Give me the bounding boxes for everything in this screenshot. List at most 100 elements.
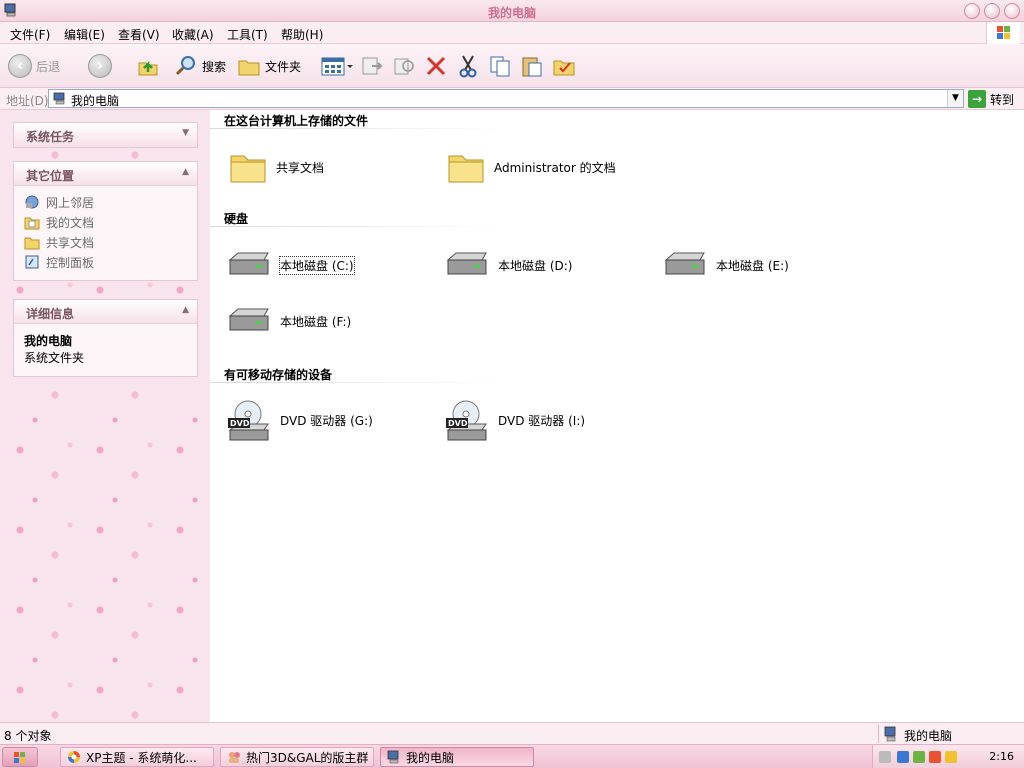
- taskbar-item-label: 我的电脑: [406, 750, 455, 765]
- folder-administrator-documents[interactable]: Administrator 的文档: [446, 148, 616, 186]
- tray-app-icon[interactable]: [913, 751, 925, 763]
- start-icon: [14, 752, 25, 763]
- drive-c[interactable]: 本地磁盘 (C:): [226, 248, 355, 282]
- item-label: 本地磁盘 (D:): [498, 258, 573, 273]
- search-button[interactable]: 搜索: [174, 52, 226, 80]
- group-title-removable-storage: 有可移动存储的设备: [224, 368, 333, 382]
- tray-app-icon[interactable]: [929, 751, 941, 763]
- up-folder-icon: [138, 60, 158, 76]
- taskbar-item-browser[interactable]: XP主题 - 系统萌化...: [60, 747, 214, 767]
- my-computer-icon: [53, 92, 65, 105]
- item-label: 本地磁盘 (E:): [716, 258, 789, 273]
- folder-icon: [448, 155, 484, 183]
- menu-favorites[interactable]: 收藏(A): [172, 26, 214, 43]
- sidebar-item-control-panel[interactable]: 控制面板: [24, 252, 187, 272]
- group-divider: [210, 128, 510, 129]
- my-computer-icon: [387, 750, 399, 764]
- sidebar-item-label: 共享文档: [46, 235, 95, 250]
- views-button[interactable]: [320, 52, 354, 80]
- other-places-header[interactable]: 其它位置 ▲: [14, 162, 197, 186]
- menu-tools[interactable]: 工具(T): [227, 26, 268, 43]
- chevron-up-icon[interactable]: ▲: [182, 167, 189, 177]
- menu-help[interactable]: 帮助(H): [281, 26, 323, 43]
- go-button[interactable]: → 转到: [968, 89, 1014, 109]
- tray-app-icon[interactable]: [897, 751, 909, 763]
- paste-button[interactable]: [520, 52, 544, 80]
- copy-to-button[interactable]: [392, 52, 416, 80]
- chevron-down-icon[interactable]: ▼: [182, 128, 189, 138]
- hard-disk-icon: [228, 308, 269, 331]
- group-title-hard-disks: 硬盘: [224, 212, 249, 226]
- window-title: 我的电脑: [487, 6, 536, 20]
- search-label: 搜索: [202, 59, 227, 74]
- details-item-name: 我的电脑: [24, 334, 73, 348]
- title-bar: 我的电脑: [0, 0, 1024, 22]
- system-tray: 2:16: [872, 745, 1024, 768]
- chevron-up-icon[interactable]: ▲: [182, 305, 189, 315]
- chat-group-icon: [229, 752, 240, 763]
- item-label: DVD 驱动器 (G:): [280, 413, 373, 428]
- details-header[interactable]: 详细信息 ▲: [14, 300, 197, 324]
- item-label: 共享文档: [276, 160, 325, 175]
- menu-edit[interactable]: 编辑(E): [64, 26, 105, 43]
- status-location: 我的电脑: [904, 729, 953, 743]
- maximize-button[interactable]: [984, 3, 1000, 19]
- menu-file[interactable]: 文件(F): [10, 26, 50, 43]
- details-panel: 详细信息 ▲ 我的电脑 系统文件夹: [13, 299, 198, 377]
- dvd-drive-icon: DVD: [446, 400, 487, 441]
- drive-e[interactable]: 本地磁盘 (E:): [662, 248, 789, 282]
- folders-label: 文件夹: [265, 59, 302, 74]
- tray-app-icon[interactable]: [945, 751, 957, 763]
- forward-arrow-icon: ›: [88, 54, 112, 78]
- file-list-view: 在这台计算机上存储的文件 共享文档 Administrator 的文档 硬盘 本…: [210, 110, 1024, 722]
- scissors-icon: [459, 55, 477, 78]
- drive-i-dvd[interactable]: DVD DVD 驱动器 (I:): [444, 396, 585, 444]
- taskbar-item-chat[interactable]: 热门3D&GAL的版主群: [220, 747, 374, 767]
- clock[interactable]: 2:16: [989, 750, 1014, 763]
- details-title: 详细信息: [26, 307, 75, 321]
- copy-button[interactable]: [488, 52, 512, 80]
- delete-button[interactable]: [424, 52, 448, 80]
- shared-folder-icon: [24, 237, 40, 250]
- item-label: 本地磁盘 (C:): [279, 255, 355, 275]
- go-label: 转到: [990, 92, 1015, 107]
- views-icon: [321, 57, 353, 76]
- drive-d[interactable]: 本地磁盘 (D:): [444, 248, 572, 282]
- menu-view[interactable]: 查看(V): [118, 26, 160, 43]
- minimize-button[interactable]: [964, 3, 980, 19]
- move-to-button[interactable]: [360, 52, 384, 80]
- forward-button[interactable]: ›: [88, 52, 112, 80]
- sidebar-item-network[interactable]: 网上邻居: [24, 192, 187, 212]
- my-documents-icon: [24, 217, 40, 230]
- keyboard-icon[interactable]: [879, 751, 891, 763]
- address-field[interactable]: 我的电脑 ▼: [48, 89, 964, 108]
- up-folder-button[interactable]: [136, 52, 160, 80]
- taskbar-item-label: XP主题 - 系统萌化...: [86, 750, 197, 765]
- address-dropdown-button[interactable]: ▼: [947, 90, 963, 107]
- folders-icon: [238, 60, 260, 76]
- taskbar-item-my-computer[interactable]: 我的电脑: [380, 747, 534, 767]
- sidebar-item-label: 控制面板: [46, 255, 95, 270]
- folders-button[interactable]: 文件夹: [237, 52, 301, 80]
- close-button[interactable]: [1004, 3, 1020, 19]
- start-button[interactable]: [2, 747, 38, 767]
- cut-button[interactable]: [456, 52, 480, 80]
- windows-logo-icon: [986, 22, 1020, 44]
- drive-f[interactable]: 本地磁盘 (F:): [226, 304, 351, 338]
- back-arrow-icon: ‹: [8, 54, 32, 78]
- network-places-icon: [25, 195, 39, 209]
- folder-shared-documents[interactable]: 共享文档: [228, 148, 324, 186]
- sidebar-item-shared-documents[interactable]: 共享文档: [24, 232, 187, 252]
- hard-disk-icon: [228, 252, 269, 275]
- sidebar-item-my-documents[interactable]: 我的文档: [24, 212, 187, 232]
- system-tasks-header[interactable]: 系统任务 ▼: [14, 123, 197, 147]
- dvd-drive-icon: DVD: [228, 400, 269, 441]
- properties-button[interactable]: [552, 52, 576, 80]
- properties-icon: [553, 60, 575, 76]
- sidebar-item-label: 我的文档: [46, 215, 95, 230]
- drive-g-dvd[interactable]: DVD DVD 驱动器 (G:): [226, 396, 373, 444]
- paste-icon: [522, 57, 542, 77]
- delete-x-icon: [426, 56, 446, 76]
- group-title-stored-files: 在这台计算机上存储的文件: [224, 114, 369, 128]
- back-button[interactable]: ‹ 后退: [8, 52, 60, 80]
